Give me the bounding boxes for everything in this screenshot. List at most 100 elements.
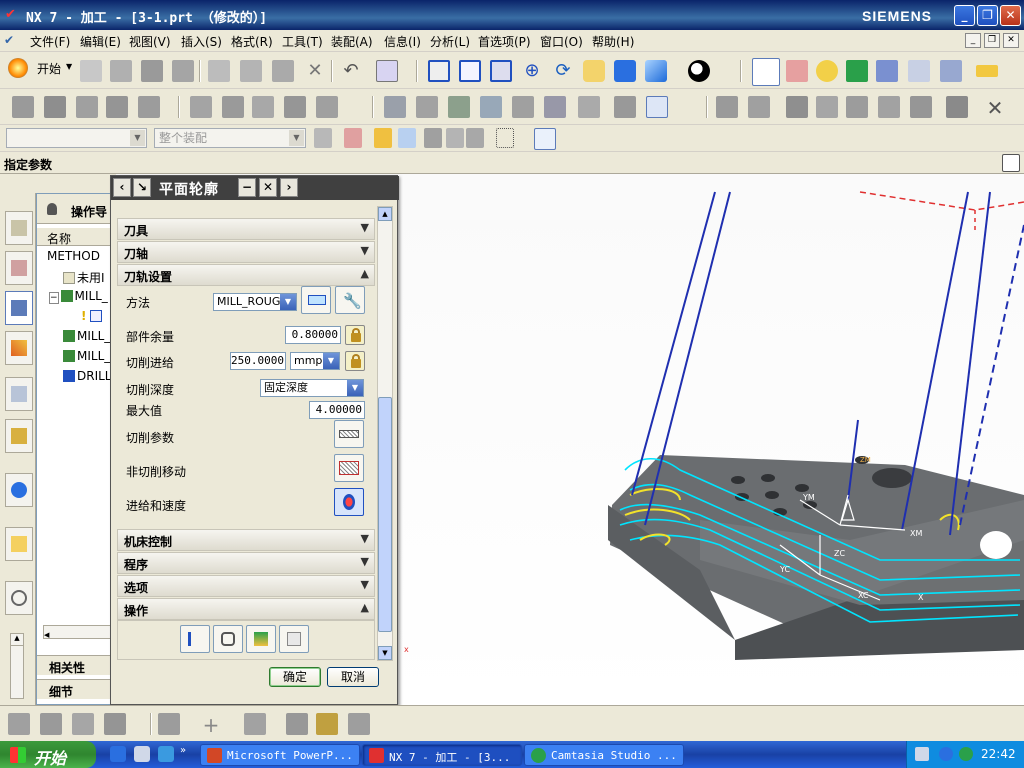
tree-row-method[interactable]: METHOD — [37, 246, 115, 266]
dialog-prev-icon[interactable]: ‹ — [113, 178, 131, 197]
tree-row-operation[interactable]: ! — [37, 306, 115, 326]
create-op-icon[interactable] — [8, 713, 30, 735]
display-method-button[interactable]: 🔧 — [335, 286, 365, 314]
datum-icon[interactable] — [158, 713, 180, 735]
recording-icon[interactable] — [959, 747, 973, 761]
zoom-area-icon[interactable] — [490, 60, 512, 82]
section-tool[interactable]: 刀具 ▼ — [117, 218, 375, 240]
delete-object-icon[interactable] — [316, 96, 338, 118]
zoom-window-icon[interactable] — [459, 60, 481, 82]
save-icon[interactable] — [141, 60, 163, 82]
resource-scrollbar[interactable]: ▲ — [10, 633, 24, 699]
navigator-h-scrollbar[interactable]: ◀ — [43, 625, 115, 639]
snap-point-icon[interactable] — [344, 128, 362, 148]
media-quicklaunch-icon[interactable] — [158, 746, 174, 762]
network-icon[interactable] — [939, 747, 953, 761]
assembly-navigator-tab[interactable] — [5, 211, 33, 245]
postprocess-icon[interactable] — [940, 60, 962, 82]
verify-path-icon[interactable] — [846, 60, 868, 82]
tree-row-mill-3[interactable]: MILL_ — [37, 346, 115, 366]
menu-edit[interactable]: 编辑(E) — [80, 33, 121, 50]
pan-icon[interactable] — [583, 60, 605, 82]
section-program[interactable]: 程序 ▼ — [117, 552, 375, 574]
view-cube-icon[interactable] — [534, 128, 556, 150]
tree-row-mill-2[interactable]: MILL_ — [37, 326, 115, 346]
section-actions[interactable]: 操作 ▲ — [117, 598, 375, 620]
cut-params-button[interactable] — [334, 420, 364, 448]
rotate-icon[interactable]: ⟳ — [552, 60, 574, 82]
create-operation-icon[interactable] — [138, 96, 160, 118]
paste-icon[interactable] — [272, 60, 294, 82]
generate-icon[interactable] — [384, 96, 406, 118]
paste-object-icon[interactable] — [284, 96, 306, 118]
edit-object-icon[interactable] — [190, 96, 212, 118]
menu-assemblies[interactable]: 装配(A) — [331, 33, 373, 50]
sweep-icon[interactable] — [786, 96, 808, 118]
doc-minimize-button[interactable]: _ — [965, 33, 981, 48]
cut-feed-field[interactable]: 250.0000 — [230, 352, 286, 370]
generate-path-icon[interactable] — [816, 60, 838, 82]
edit-method-button[interactable] — [301, 286, 331, 314]
assign-icon[interactable] — [104, 713, 126, 735]
delete-icon[interactable]: ✕ — [304, 60, 326, 82]
relations-panel[interactable]: 相关性 — [37, 655, 115, 675]
block-icon[interactable] — [946, 96, 968, 118]
machine-navigator-tab[interactable] — [5, 331, 33, 365]
tool-display-icon[interactable] — [578, 96, 600, 118]
menu-analysis[interactable]: 分析(L) — [430, 33, 470, 50]
transform-op-icon[interactable] — [40, 713, 62, 735]
post-icon[interactable] — [512, 96, 534, 118]
constraint-navigator-tab[interactable] — [5, 251, 33, 285]
print-icon[interactable] — [172, 60, 194, 82]
operation-navigator-tab[interactable] — [5, 291, 33, 325]
tree-row-drill[interactable]: DRILL — [37, 366, 115, 386]
pin-icon[interactable] — [47, 203, 57, 215]
transform-icon[interactable] — [748, 96, 770, 118]
close-button[interactable]: ✕ — [1000, 5, 1021, 26]
close-op-icon[interactable]: ✕ — [984, 96, 1006, 120]
doc-close-button[interactable]: ✕ — [1003, 33, 1019, 48]
report-icon[interactable] — [646, 96, 668, 118]
menu-window[interactable]: 窗口(O) — [540, 33, 583, 50]
point-star-icon[interactable] — [374, 128, 392, 148]
extrude-icon[interactable] — [878, 96, 900, 118]
taskbar-nx[interactable]: NX 7 - 加工 - [3... — [362, 744, 522, 766]
menu-file[interactable]: 文件(F) — [30, 33, 70, 50]
scroll-left-icon[interactable]: ◀ — [44, 631, 49, 639]
part-stock-field[interactable]: 0.80000 — [285, 326, 341, 344]
sketch-icon[interactable] — [846, 96, 868, 118]
tree-row-unused[interactable]: 未用I — [37, 266, 115, 286]
assembly-scope-combo[interactable]: 整个装配 ▼ — [154, 128, 306, 148]
list-button[interactable] — [279, 625, 309, 653]
tree-row-mill-1[interactable]: − MILL_ — [37, 286, 115, 306]
display-mode-icon[interactable] — [688, 60, 710, 82]
feed-lock-button[interactable] — [345, 351, 365, 371]
measure-icon[interactable] — [286, 713, 308, 735]
cut-object-icon[interactable] — [222, 96, 244, 118]
menu-information[interactable]: 信息(I) — [384, 33, 421, 50]
fit-icon[interactable] — [428, 60, 450, 82]
undo-icon[interactable]: ↶ — [340, 60, 362, 82]
zoom-icon[interactable]: ⊕ — [521, 60, 543, 82]
cut-depth-select[interactable]: 固定深度 ▼ — [260, 379, 364, 397]
reuse-library-tab[interactable] — [5, 377, 33, 411]
restore-button[interactable]: ❐ — [977, 5, 998, 26]
dialog-scrollbar[interactable]: ▲ ▼ — [377, 206, 393, 661]
scroll-down-icon[interactable]: ▼ — [378, 646, 392, 660]
expand-icon[interactable]: − — [49, 292, 59, 304]
verify-button[interactable] — [246, 625, 276, 653]
control-point-icon[interactable] — [446, 128, 464, 148]
minimize-button[interactable]: _ — [954, 5, 975, 26]
new-file-icon[interactable] — [80, 60, 102, 82]
add-icon[interactable]: + — [200, 713, 222, 737]
machine-icon[interactable] — [614, 96, 636, 118]
stock-lock-button[interactable] — [345, 325, 365, 345]
taskbar-powerpoint[interactable]: Microsoft PowerP... — [200, 744, 360, 766]
menu-help[interactable]: 帮助(H) — [592, 33, 634, 50]
noncut-moves-button[interactable] — [334, 454, 364, 482]
create-geometry-icon[interactable] — [76, 96, 98, 118]
hd3d-tab[interactable] — [5, 419, 33, 453]
shaded-view-icon[interactable] — [645, 60, 667, 82]
simulate-icon[interactable] — [480, 96, 502, 118]
section-tool-axis[interactable]: 刀轴 ▼ — [117, 241, 375, 263]
